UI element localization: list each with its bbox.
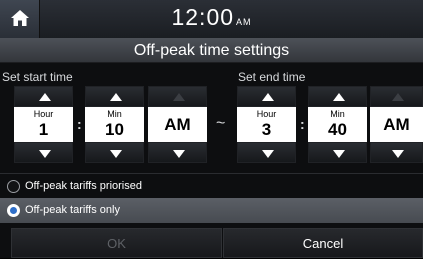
arrow-down-icon bbox=[39, 150, 51, 158]
arrow-up-icon bbox=[173, 93, 185, 101]
end-hour-up-button[interactable] bbox=[237, 86, 296, 107]
end-hour-spinner: Hour 3 bbox=[237, 86, 296, 163]
end-ampm-spinner: AM bbox=[370, 86, 423, 163]
start-hour-up-button[interactable] bbox=[14, 86, 73, 107]
hour-caption: Hour bbox=[33, 109, 54, 119]
end-min-value-box: Min 40 bbox=[308, 107, 367, 142]
hour-caption: Hour bbox=[256, 109, 277, 119]
end-colon: : bbox=[300, 116, 305, 132]
option-only-label: Off-peak tariffs only bbox=[25, 204, 120, 216]
end-min-up-button[interactable] bbox=[308, 86, 367, 107]
start-min-up-button[interactable] bbox=[85, 86, 144, 107]
arrow-up-icon bbox=[392, 93, 404, 101]
arrow-up-icon bbox=[110, 93, 122, 101]
clock-time: 12:00 bbox=[171, 4, 235, 30]
start-ampm-down-button[interactable] bbox=[148, 142, 207, 163]
start-min-value-box: Min 10 bbox=[85, 107, 144, 142]
end-hour-value: 3 bbox=[261, 120, 272, 139]
start-ampm-spinner: AM bbox=[148, 86, 207, 163]
end-min-down-button[interactable] bbox=[308, 142, 367, 163]
min-caption: Min bbox=[330, 109, 345, 119]
start-hour-down-button[interactable] bbox=[14, 142, 73, 163]
end-ampm-up-button[interactable] bbox=[370, 86, 423, 107]
end-ampm-down-button[interactable] bbox=[370, 142, 423, 163]
arrow-down-icon bbox=[110, 150, 122, 158]
end-ampm-value-box: AM bbox=[370, 107, 423, 142]
arrow-down-icon bbox=[173, 150, 185, 158]
end-min-spinner: Min 40 bbox=[308, 86, 367, 163]
radio-selected-icon[interactable] bbox=[7, 204, 20, 217]
radio-unselected-icon[interactable] bbox=[7, 180, 20, 193]
start-min-down-button[interactable] bbox=[85, 142, 144, 163]
start-time-label: Set start time bbox=[2, 70, 73, 84]
end-hour-value-box: Hour 3 bbox=[237, 107, 296, 142]
end-hour-down-button[interactable] bbox=[237, 142, 296, 163]
end-min-value: 40 bbox=[328, 120, 347, 139]
arrow-up-icon bbox=[39, 93, 51, 101]
start-min-value: 10 bbox=[105, 120, 124, 139]
start-ampm-value-box: AM bbox=[148, 107, 207, 142]
option-priorised-label: Off-peak tariffs priorised bbox=[25, 180, 142, 192]
start-hour-value-box: Hour 1 bbox=[14, 107, 73, 142]
start-hour-value: 1 bbox=[38, 120, 49, 139]
arrow-up-icon bbox=[333, 93, 345, 101]
arrow-down-icon bbox=[392, 150, 404, 158]
end-ampm-value: AM bbox=[383, 115, 410, 134]
arrow-down-icon bbox=[333, 150, 345, 158]
off-peak-dialog: Off-peak time settings Set start time Se… bbox=[0, 38, 423, 258]
status-bar: 12:00 AM bbox=[0, 0, 423, 38]
start-ampm-value: AM bbox=[164, 115, 191, 134]
clock-ampm: AM bbox=[236, 17, 252, 27]
dialog-title: Off-peak time settings bbox=[0, 38, 423, 63]
ok-button[interactable]: OK bbox=[11, 228, 222, 258]
option-priorised[interactable]: Off-peak tariffs priorised bbox=[0, 173, 423, 198]
start-ampm-up-button[interactable] bbox=[148, 86, 207, 107]
cancel-button[interactable]: Cancel bbox=[223, 228, 423, 258]
option-only[interactable]: Off-peak tariffs only bbox=[0, 198, 423, 223]
end-time-label: Set end time bbox=[238, 70, 306, 84]
start-hour-spinner: Hour 1 bbox=[14, 86, 73, 163]
start-colon: : bbox=[77, 116, 82, 132]
start-min-spinner: Min 10 bbox=[85, 86, 144, 163]
arrow-up-icon bbox=[262, 93, 274, 101]
min-caption: Min bbox=[107, 109, 122, 119]
arrow-down-icon bbox=[262, 150, 274, 158]
clock: 12:00 AM bbox=[0, 4, 423, 31]
range-separator: ~ bbox=[216, 115, 226, 132]
